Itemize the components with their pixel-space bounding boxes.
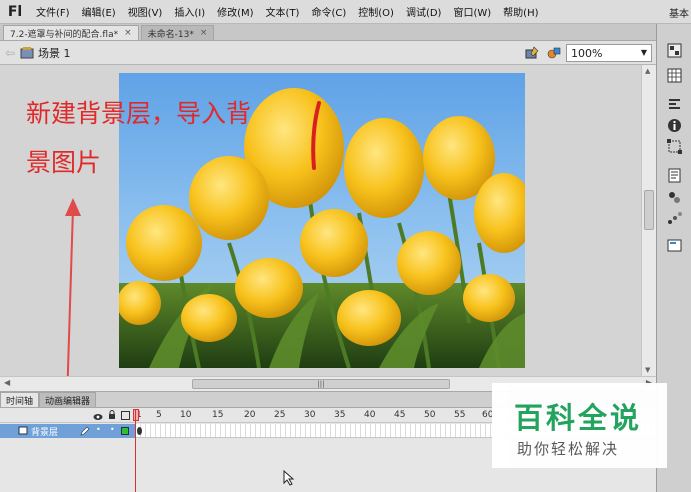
menu-bar: Fl 文件(F) 编辑(E) 视图(V) 插入(I) 修改(M) 文本(T) 命… (0, 0, 691, 24)
motion-presets-icon[interactable] (666, 210, 683, 227)
menu-file[interactable]: 文件(F) (30, 4, 76, 19)
menu-help[interactable]: 帮助(H) (497, 4, 544, 19)
edit-scene-icon[interactable] (524, 45, 540, 64)
tab-label: 未命名-13* (147, 29, 194, 40)
annotation-text-line2: 景图片 (26, 148, 102, 177)
tab-motion-editor[interactable]: 动画编辑器 (39, 392, 97, 407)
menu-debug[interactable]: 调试(D) (400, 4, 448, 19)
watermark: 百科全说 助你轻松解决 (492, 383, 667, 468)
document-tabs: 7.2-遮罩与补间的配合.fla* × 未命名-13* × (0, 24, 656, 41)
frame-number: 30 (304, 410, 316, 420)
align-icon[interactable] (666, 96, 683, 113)
menu-view[interactable]: 视图(V) (122, 4, 169, 19)
chevron-down-icon: ▼ (640, 48, 647, 57)
components-icon[interactable] (666, 189, 683, 206)
outline-icon[interactable] (121, 410, 130, 423)
scroll-left-icon[interactable]: ◀ (4, 378, 10, 387)
app-logo: Fl (7, 3, 23, 20)
scene-icon (20, 46, 34, 60)
edit-symbols-icon[interactable] (546, 45, 562, 64)
color-swatches-icon[interactable] (666, 42, 683, 59)
watermark-title: 百科全说 (514, 401, 643, 435)
frame-number: 50 (424, 410, 436, 420)
annotation-arrow-icon (65, 198, 81, 403)
library-icon[interactable] (666, 167, 683, 184)
close-icon[interactable]: × (200, 28, 208, 38)
scroll-up-icon[interactable]: ▲ (645, 67, 650, 75)
horizontal-scroll-thumb[interactable]: ||| (192, 379, 450, 389)
eye-icon[interactable] (93, 411, 103, 424)
lock-icon[interactable] (108, 410, 116, 423)
workspace-switcher[interactable]: 基本 (669, 5, 689, 20)
outline-color-icon[interactable] (121, 427, 129, 438)
mouse-cursor-icon (283, 469, 295, 489)
layer-name[interactable]: 背景层 (31, 425, 58, 438)
watermark-subtitle: 助你轻松解决 (517, 440, 620, 458)
tab-timeline[interactable]: 时间轴 (0, 392, 40, 407)
pencil-icon (80, 426, 90, 439)
annotation-text-line1: 新建背景层，导入背 (26, 99, 252, 128)
frame-number: 25 (274, 410, 286, 420)
menu-modify[interactable]: 修改(M) (211, 4, 259, 19)
vertical-scroll-thumb[interactable] (644, 190, 654, 230)
tab-document-1[interactable]: 7.2-遮罩与补间的配合.fla* × (3, 25, 139, 40)
close-icon[interactable]: × (124, 28, 132, 38)
zoom-value: 100% (571, 46, 603, 60)
menu-commands[interactable]: 命令(C) (305, 4, 352, 19)
layer-row-background[interactable]: 背景层 • • (0, 424, 136, 438)
lock-dot-icon[interactable]: • (110, 425, 115, 434)
playhead[interactable] (133, 409, 139, 492)
frame-number: 15 (212, 410, 224, 420)
scene-label: 场景 1 (38, 46, 71, 60)
frame-number: 35 (334, 410, 346, 420)
frame-number: 45 (394, 410, 406, 420)
menu-edit[interactable]: 编辑(E) (76, 4, 122, 19)
menu-text[interactable]: 文本(T) (260, 4, 306, 19)
visibility-dot-icon[interactable]: • (96, 425, 101, 434)
menu-control[interactable]: 控制(O) (352, 4, 400, 19)
frame-number: 5 (156, 410, 162, 420)
frame-number: 55 (454, 410, 466, 420)
menu-window[interactable]: 窗口(W) (447, 4, 497, 19)
tab-document-2[interactable]: 未命名-13* × (140, 25, 215, 40)
menu-insert[interactable]: 插入(I) (168, 4, 211, 19)
back-arrow-icon[interactable]: ⇦ (0, 46, 20, 60)
edit-bar: ⇦ 场景 1 100% ▼ (0, 41, 656, 65)
frame-number: 10 (180, 410, 192, 420)
layer-type-icon (18, 425, 28, 438)
scroll-down-icon[interactable]: ▼ (645, 366, 650, 374)
frame-number: 20 (244, 410, 256, 420)
code-snippets-icon[interactable] (666, 237, 683, 254)
tab-label: 7.2-遮罩与补间的配合.fla* (10, 29, 119, 40)
swatches-grid-icon[interactable] (666, 67, 683, 84)
info-icon[interactable] (666, 117, 683, 134)
zoom-select[interactable]: 100% ▼ (566, 44, 652, 62)
vertical-scrollbar[interactable]: ▲ ▼ (641, 65, 656, 376)
transform-icon[interactable] (666, 138, 683, 155)
frame-number: 40 (364, 410, 376, 420)
